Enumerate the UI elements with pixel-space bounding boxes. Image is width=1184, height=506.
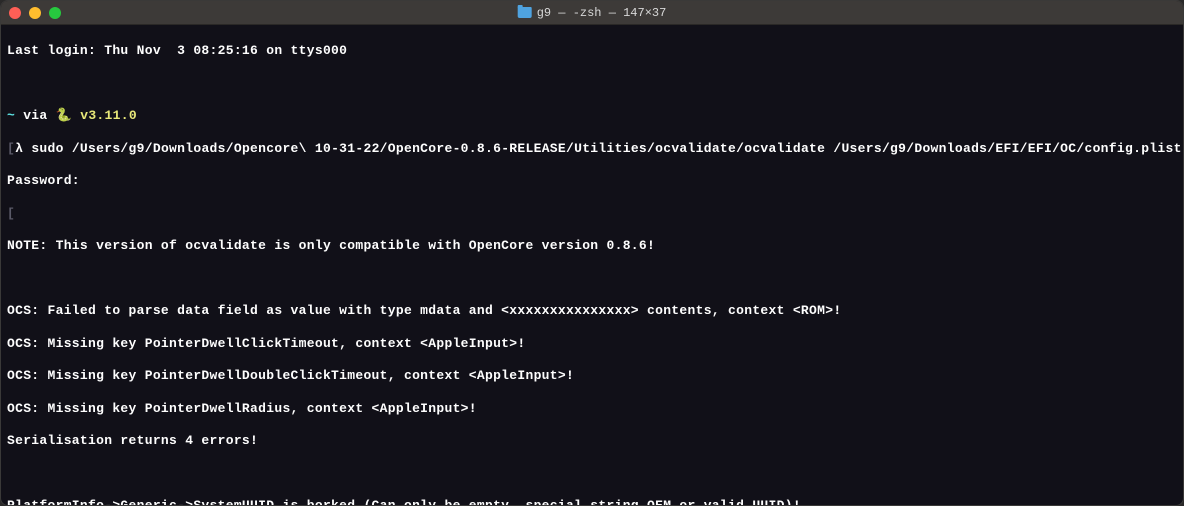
terminal-window: g9 — -zsh — 147×37 Last login: Thu Nov 3… [0,0,1184,506]
blank-line [7,76,1177,92]
bracket-line: [ [7,206,1177,222]
titlebar[interactable]: g9 — -zsh — 147×37 [1,1,1183,25]
password-line: Password: [7,173,1177,189]
folder-icon [518,7,532,18]
serial-line: Serialisation returns 4 errors! [7,433,1177,449]
note-line: NOTE: This version of ocvalidate is only… [7,238,1177,254]
blank-line [7,271,1177,287]
snake-icon: 🐍 [56,108,73,123]
close-button[interactable] [9,7,21,19]
prompt-line-1: ~ via 🐍 v3.11.0 [7,108,1177,124]
terminal-content[interactable]: Last login: Thu Nov 3 08:25:16 on ttys00… [1,25,1183,506]
command-line: [λ sudo /Users/g9/Downloads/Opencore\ 10… [7,141,1177,157]
maximize-button[interactable] [49,7,61,19]
window-title-text: g9 — -zsh — 147×37 [537,6,667,20]
blank-line [7,466,1177,482]
traffic-lights [9,7,61,19]
platform-line: PlatformInfo->Generic->SystemUUID is bor… [7,498,1177,506]
ocs-line-1: OCS: Failed to parse data field as value… [7,303,1177,319]
last-login-line: Last login: Thu Nov 3 08:25:16 on ttys00… [7,43,1177,59]
window-title: g9 — -zsh — 147×37 [518,6,667,20]
ocs-line-2: OCS: Missing key PointerDwellClickTimeou… [7,336,1177,352]
ocs-line-3: OCS: Missing key PointerDwellDoubleClick… [7,368,1177,384]
ocs-line-4: OCS: Missing key PointerDwellRadius, con… [7,401,1177,417]
minimize-button[interactable] [29,7,41,19]
